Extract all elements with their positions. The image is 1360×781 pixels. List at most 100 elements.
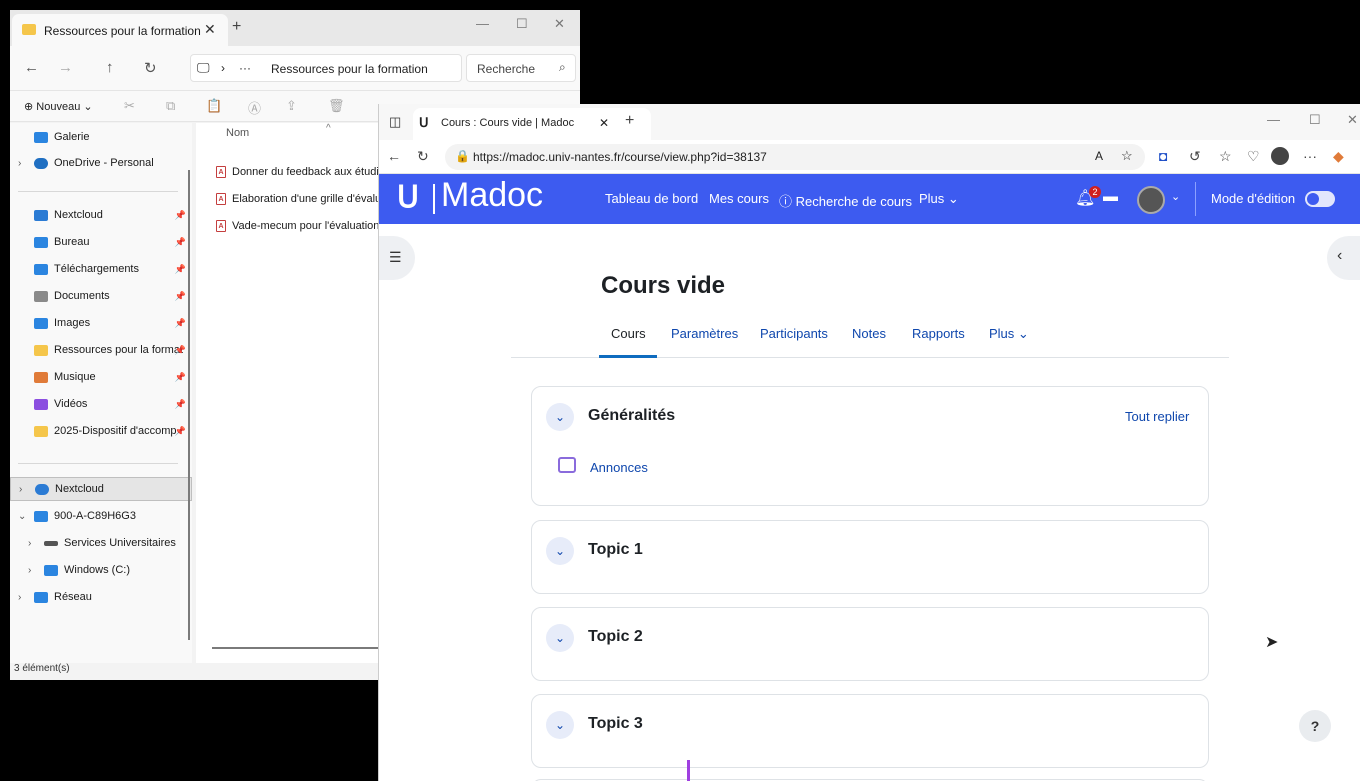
health-icon[interactable]: ♡ [1247, 148, 1260, 165]
chevron-right-icon[interactable]: › [28, 565, 31, 576]
sidebar-item-quick-access[interactable]: Téléchargements 📌 [10, 257, 192, 281]
sidebar-item-services[interactable]: › Services Universitaires [10, 531, 192, 555]
sidebar-item-nextcloud-tree[interactable]: › Nextcloud [10, 477, 192, 501]
forward-icon[interactable]: → [58, 59, 73, 76]
file-row[interactable]: A Elaboration d'une grille d'évalua [216, 188, 387, 210]
tab-actions-icon[interactable]: ◫ [389, 114, 401, 130]
delete-icon[interactable]: 🗑 [328, 98, 345, 114]
pin-icon[interactable]: 📌 [175, 210, 186, 221]
sidebar-item-gallery[interactable]: Galerie [10, 125, 192, 149]
tab-reports[interactable]: Rapports [912, 326, 965, 341]
new-button[interactable]: ⊕ Nouveau ⌄ [24, 100, 93, 113]
profile-icon[interactable] [1271, 147, 1289, 165]
copilot-icon[interactable]: ◆ [1333, 148, 1344, 165]
maximize-icon[interactable]: ☐ [516, 16, 528, 32]
chevron-right-icon[interactable]: › [28, 538, 31, 549]
section-title[interactable]: Topic 2 [588, 628, 643, 646]
sidebar-item-windows[interactable]: › Windows (C:) [10, 558, 192, 582]
help-button[interactable]: ? [1299, 710, 1331, 742]
minimize-icon[interactable]: — [476, 16, 489, 31]
madoc-logo-icon[interactable]: ᑌ [397, 180, 419, 215]
pin-icon[interactable]: 📌 [175, 399, 186, 410]
favorites-icon[interactable]: ☆ [1219, 148, 1232, 165]
cut-icon[interactable]: ✂ [124, 98, 135, 114]
sidebar-item-network[interactable]: › Réseau [10, 585, 192, 609]
nav-my-courses[interactable]: Mes cours [709, 191, 769, 206]
chevron-down-icon[interactable]: ⌄ [546, 403, 574, 431]
sidebar-item-quick-access[interactable]: Vidéos 📌 [10, 392, 192, 416]
section-title[interactable]: Généralités [588, 407, 675, 425]
file-row[interactable]: A Donner du feedback aux étudian [216, 161, 391, 183]
chevron-down-icon[interactable]: ⌄ [546, 537, 574, 565]
nav-more[interactable]: Plus ⌄ [919, 191, 959, 207]
pin-icon[interactable]: 📌 [175, 237, 186, 248]
new-tab-icon[interactable]: + [625, 112, 634, 130]
share-icon[interactable]: ⇪ [286, 98, 297, 114]
sidebar-item-quick-access[interactable]: Documents 📌 [10, 284, 192, 308]
browser-tab[interactable]: ᑌ Cours : Cours vide | Madoc ✕ [413, 108, 651, 140]
announcements-link[interactable]: Annonces [590, 460, 648, 475]
chevron-right-icon[interactable]: › [18, 592, 21, 603]
user-avatar[interactable] [1137, 186, 1165, 214]
messages-icon[interactable]: ▬ [1103, 188, 1118, 205]
sidebar-scrollbar[interactable] [188, 170, 190, 640]
sidebar-item-quick-access[interactable]: 2025-Dispositif d'accomp 📌 [10, 419, 192, 443]
sidebar-item-quick-access[interactable]: Bureau 📌 [10, 230, 192, 254]
tab-more[interactable]: Plus ⌄ [989, 326, 1029, 342]
tab-participants[interactable]: Participants [760, 326, 828, 341]
pin-icon[interactable]: 📌 [175, 291, 186, 302]
chevron-right-icon[interactable]: › [18, 158, 21, 169]
section-title[interactable]: Topic 3 [588, 715, 643, 733]
sidebar-item-quick-access[interactable]: Ressources pour la format 📌 [10, 338, 192, 362]
pin-icon[interactable]: 📌 [175, 264, 186, 275]
pin-icon[interactable]: 📌 [175, 426, 186, 437]
favorite-star-icon[interactable]: ☆ [1121, 148, 1133, 164]
chevron-down-icon[interactable]: ⌄ [18, 511, 26, 522]
close-window-icon[interactable]: ✕ [1347, 112, 1358, 128]
course-index-button[interactable]: ☰ [379, 236, 415, 280]
chevron-down-icon[interactable]: ⌄ [1171, 190, 1180, 203]
address-bar[interactable]: 🔒 https://madoc.univ-nantes.fr/course/vi… [445, 144, 1145, 170]
breadcrumb[interactable]: Ressources pour la formation [271, 62, 428, 76]
sidebar-item-onedrive[interactable]: › OneDrive - Personal [10, 151, 192, 175]
extension-shield-icon[interactable]: ◘ [1159, 148, 1167, 164]
tab-course[interactable]: Cours [611, 326, 646, 341]
more-options-icon[interactable]: ··· [1303, 148, 1317, 164]
sidebar-item-quick-access[interactable]: Nextcloud 📌 [10, 203, 192, 227]
explorer-search-input[interactable]: Recherche ⌕ [466, 54, 576, 82]
sidebar-item-quick-access[interactable]: Musique 📌 [10, 365, 192, 389]
section-title[interactable]: Topic 1 [588, 541, 643, 559]
nav-course-search[interactable]: ⓘ Recherche de cours [779, 191, 912, 210]
close-tab-icon[interactable]: ✕ [204, 21, 216, 38]
madoc-logo-text[interactable]: Madoc [441, 176, 543, 215]
block-drawer-button[interactable]: ‹ [1327, 236, 1360, 280]
tab-settings[interactable]: Paramètres [671, 326, 738, 341]
read-aloud-icon[interactable]: A [1095, 149, 1103, 163]
chevron-right-icon[interactable]: › [19, 484, 22, 495]
pin-icon[interactable]: 📌 [175, 318, 186, 329]
url-text[interactable]: https://madoc.univ-nantes.fr/course/view… [473, 150, 767, 164]
chevron-down-icon[interactable]: ⌄ [546, 711, 574, 739]
collapse-all-link[interactable]: Tout replier [1125, 409, 1189, 424]
extension-icon[interactable]: ↺ [1189, 148, 1201, 165]
up-icon[interactable]: ↑ [106, 59, 114, 76]
column-header-name[interactable]: Nom [226, 127, 249, 139]
refresh-icon[interactable]: ↻ [417, 148, 429, 165]
copy-icon[interactable]: ⧉ [166, 98, 175, 114]
refresh-icon[interactable]: ↻ [144, 59, 157, 77]
explorer-tab[interactable]: Ressources pour la formation ✕ [12, 14, 228, 46]
close-window-icon[interactable]: ✕ [554, 16, 565, 32]
horizontal-scrollbar[interactable] [212, 647, 382, 649]
new-tab-icon[interactable]: + [232, 18, 241, 36]
more-path-icon[interactable]: ··· [239, 61, 251, 75]
pin-icon[interactable]: 📌 [175, 345, 186, 356]
back-icon[interactable]: ← [24, 59, 39, 76]
close-tab-icon[interactable]: ✕ [599, 116, 609, 130]
edit-mode-toggle[interactable] [1305, 191, 1335, 207]
explorer-address-bar[interactable]: 🖵 › ··· Ressources pour la formation [190, 54, 462, 82]
rename-icon[interactable]: Ⓐ [248, 98, 261, 117]
chevron-down-icon[interactable]: ⌄ [546, 624, 574, 652]
paste-icon[interactable]: 📋 [206, 98, 222, 114]
sidebar-item-pc[interactable]: ⌄ 900-A-C89H6G3 [10, 504, 192, 528]
file-row[interactable]: A Vade-mecum pour l'évaluation à [216, 215, 389, 237]
